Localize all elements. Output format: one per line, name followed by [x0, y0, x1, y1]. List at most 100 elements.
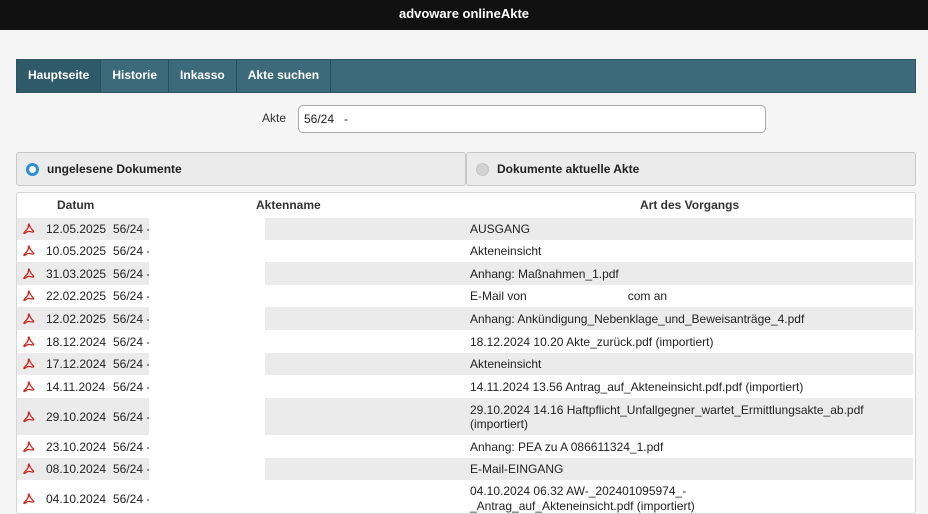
row-date: 23.10.2024: [46, 439, 107, 454]
pdf-icon-cell[interactable]: [17, 375, 43, 398]
pdf-icon-cell[interactable]: [17, 398, 43, 435]
redacted-aktenname: [149, 307, 265, 330]
pdf-icon[interactable]: [23, 267, 35, 280]
pdf-icon[interactable]: [23, 410, 35, 423]
nav-inkasso[interactable]: Inkasso: [169, 60, 237, 92]
pdf-icon[interactable]: [23, 245, 35, 257]
redacted-aktenname: [149, 262, 265, 285]
radio-selected-icon[interactable]: [26, 163, 39, 176]
pdf-icon[interactable]: [23, 492, 35, 505]
pdf-icon-cell[interactable]: [17, 353, 43, 375]
redacted-aktenname: [149, 458, 265, 480]
row-aktenname: 56/24 -: [113, 330, 469, 353]
nav-hauptseite[interactable]: Hauptseite: [17, 60, 102, 92]
table-row[interactable]: 22.02.2025 56/24 - E-Mail von com an: [17, 285, 913, 307]
table-row[interactable]: 04.10.2024 56/24 - 04.10.2024 06.32 AW-_20…: [17, 480, 913, 513]
row-akte-number: 56/24 -: [113, 491, 151, 506]
table-row[interactable]: 18.12.2024 56/24 - 18.12.2024 10.20 Akte_z…: [17, 330, 913, 353]
row-akte-number: 56/24 -: [113, 409, 151, 424]
nav-akte-suchen[interactable]: Akte suchen: [237, 60, 332, 92]
radio-unselected-icon[interactable]: [476, 163, 489, 176]
pdf-icon[interactable]: [23, 335, 35, 348]
row-art-des-vorgangs: Akteneinsicht: [469, 240, 913, 262]
row-aktenname: 56/24 -: [113, 398, 469, 435]
main-nav: Hauptseite Historie Inkasso Akte suchen: [16, 59, 916, 93]
row-art-des-vorgangs: 29.10.2024 14.16 Haftpflicht_Unfallgegne…: [469, 398, 913, 435]
row-art-des-vorgangs: Anhang: PEA zu A 086611324_1.pdf: [469, 435, 913, 458]
pdf-icon-cell[interactable]: [17, 262, 43, 285]
pdf-icon-cell[interactable]: [17, 480, 43, 513]
row-akte-number: 56/24 -: [113, 266, 151, 281]
column-header-aktenname[interactable]: Aktenname: [256, 198, 321, 212]
nav-historie[interactable]: Historie: [101, 60, 170, 92]
table-row[interactable]: 23.10.2024 56/24 - Anhang: PEA zu A 086611…: [17, 435, 913, 458]
row-aktenname: 56/24 -: [113, 262, 469, 285]
pdf-icon-cell[interactable]: [17, 307, 43, 330]
column-header-datum[interactable]: Datum: [57, 198, 94, 212]
pdf-icon-cell[interactable]: [17, 458, 43, 480]
pdf-icon[interactable]: [23, 290, 35, 302]
art-text: AUSGANG: [470, 222, 531, 236]
redacted-aktenname: [149, 375, 265, 398]
pdf-icon-cell[interactable]: [17, 435, 43, 458]
table-row[interactable]: 14.11.2024 56/24 - 14.11.2024 13.56 Antrag…: [17, 375, 913, 398]
table-row[interactable]: 17.12.2024 56/24 - Akteneinsicht: [17, 353, 913, 375]
table-row[interactable]: 12.05.2025 56/24 - AUSGANG: [17, 218, 913, 240]
pdf-icon[interactable]: [23, 380, 35, 393]
row-akte-number: 56/24 -: [113, 462, 151, 476]
table-row[interactable]: 10.05.2025 56/24 - Akteneinsicht: [17, 240, 913, 262]
tab-ungelesene-dokumente[interactable]: ungelesene Dokumente: [16, 152, 466, 186]
tab-dokumente-aktuelle-akte[interactable]: Dokumente aktuelle Akte: [466, 152, 916, 186]
akte-selector: Akte: [0, 104, 928, 134]
row-art-des-vorgangs: E-Mail-EINGANG: [469, 458, 913, 480]
row-aktenname: 56/24 -: [113, 353, 469, 375]
table-row[interactable]: 08.10.2024 56/24 - E-Mail-EINGANG: [17, 458, 913, 480]
tab-aktuelle-label: Dokumente aktuelle Akte: [497, 162, 640, 176]
art-text: 18.12.2024 10.20 Akte_zurück.pdf (import…: [470, 334, 714, 349]
pdf-icon-cell[interactable]: [17, 285, 43, 307]
pdf-icon[interactable]: [23, 440, 35, 453]
row-date: 04.10.2024: [46, 491, 107, 506]
row-aktenname: 56/24 -: [113, 285, 469, 307]
row-akte-number: 56/24 -: [113, 311, 151, 326]
pdf-icon[interactable]: [23, 223, 35, 235]
row-date: 08.10.2024: [46, 462, 107, 476]
art-text-middle: com an: [627, 289, 668, 303]
art-text: Anhang: Ankündigung_Nebenklage_und_Bewei…: [470, 311, 805, 326]
row-art-des-vorgangs: AUSGANG: [469, 218, 913, 240]
art-text: Akteneinsicht: [470, 244, 542, 258]
row-aktenname: 56/24 -: [113, 480, 469, 513]
table-row[interactable]: 31.03.2025 56/24 - Anhang: Maßnahmen_1.pdf: [17, 262, 913, 285]
row-date: 12.05.2025: [46, 222, 107, 236]
row-akte-number: 56/24 -: [113, 289, 151, 303]
akte-label: Akte: [262, 111, 287, 125]
row-aktenname: 56/24 -: [113, 218, 469, 240]
redacted-aktenname: [149, 285, 265, 307]
pdf-icon[interactable]: [23, 358, 35, 370]
row-art-des-vorgangs: 18.12.2024 10.20 Akte_zurück.pdf (import…: [469, 330, 913, 353]
table-row[interactable]: 29.10.2024 56/24 - 29.10.2024 14.16 Haftpf…: [17, 398, 913, 435]
redacted-aktenname: [149, 435, 265, 458]
art-text: E-Mail-EINGANG: [470, 462, 564, 476]
table-row[interactable]: 12.02.2025 56/24 - Anhang: Ankündigung_Neb…: [17, 307, 913, 330]
redacted-aktenname: [149, 240, 265, 262]
row-akte-number: 56/24 -: [113, 222, 151, 236]
row-date: 17.12.2024: [46, 357, 107, 371]
row-date: 29.10.2024: [46, 409, 107, 424]
pdf-icon-cell[interactable]: [17, 240, 43, 262]
akte-input[interactable]: [298, 105, 766, 133]
pdf-icon[interactable]: [23, 463, 35, 475]
table-body: 12.05.2025 56/24 - AUSGANG 10.05.2025 56/24 …: [17, 218, 915, 513]
row-akte-number: 56/24 -: [113, 439, 151, 454]
pdf-icon-cell[interactable]: [17, 218, 43, 240]
redacted-filename: [686, 484, 829, 499]
row-art-des-vorgangs: Akteneinsicht: [469, 353, 913, 375]
row-akte-number: 56/24 -: [113, 334, 151, 349]
pdf-icon-cell[interactable]: [17, 330, 43, 353]
row-art-des-vorgangs: Anhang: Maßnahmen_1.pdf: [469, 262, 913, 285]
redacted-aktenname: [149, 330, 265, 353]
column-header-art[interactable]: Art des Vorgangs: [640, 198, 739, 212]
row-date: 18.12.2024: [46, 334, 107, 349]
pdf-icon[interactable]: [23, 312, 35, 325]
redacted-aktenname: [149, 218, 265, 240]
